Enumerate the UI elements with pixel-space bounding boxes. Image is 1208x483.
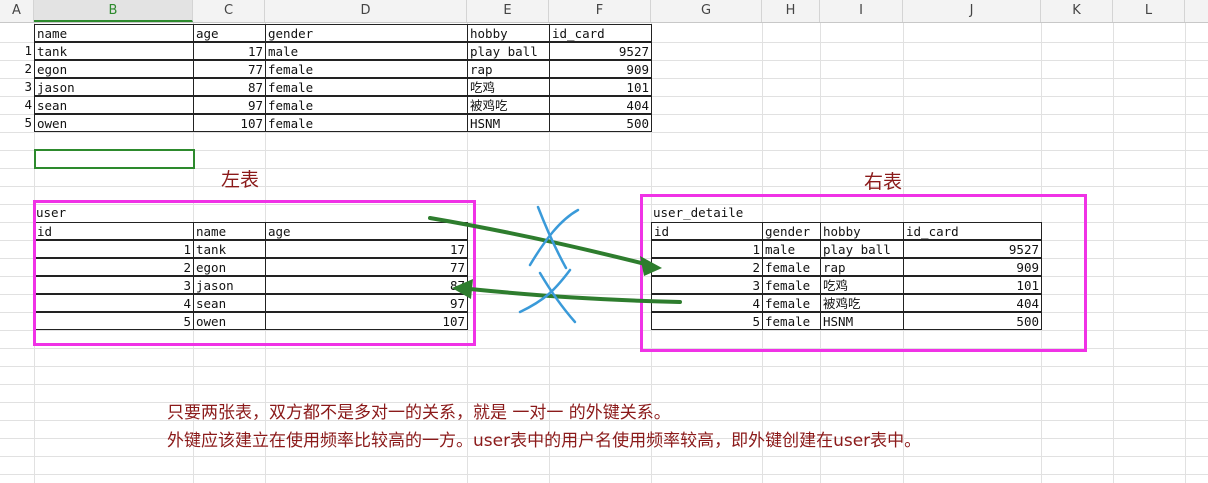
- column-header-k[interactable]: K: [1041, 0, 1113, 22]
- table-cell[interactable]: HSNM: [467, 114, 550, 132]
- column-header-d[interactable]: D: [265, 0, 467, 22]
- column-header-l[interactable]: L: [1113, 0, 1185, 22]
- column-header-bar: A B C D E F G H I J K L: [0, 0, 1208, 23]
- table-cell[interactable]: female: [265, 96, 468, 114]
- note-line-2: 外键应该建立在使用频率比较高的一方。user表中的用户名使用频率较高，即外键创建…: [167, 431, 922, 451]
- table-cell[interactable]: 17: [193, 42, 266, 60]
- table-cell[interactable]: sean: [34, 96, 194, 114]
- table-cell[interactable]: rap: [467, 60, 550, 78]
- table-cell[interactable]: female: [265, 78, 468, 96]
- gridline: [0, 474, 1208, 475]
- note-line-1: 只要两张表，双方都不是多对一的关系，就是 一对一 的外键关系。: [167, 403, 671, 423]
- column-header-c[interactable]: C: [193, 0, 265, 22]
- table-cell[interactable]: male: [265, 42, 468, 60]
- gridline: [1185, 0, 1186, 483]
- row-number-cell[interactable]: 3: [0, 78, 34, 96]
- table-cell[interactable]: 77: [193, 60, 266, 78]
- table-cell[interactable]: 87: [193, 78, 266, 96]
- spreadsheet[interactable]: A B C D E F G H I J K L name age gender …: [0, 0, 1208, 483]
- gridline: [0, 384, 1208, 385]
- table-cell[interactable]: 404: [549, 96, 652, 114]
- column-header-a[interactable]: A: [0, 0, 34, 22]
- table-cell[interactable]: 500: [549, 114, 652, 132]
- row-number-cell[interactable]: 5: [0, 114, 34, 132]
- header-cell[interactable]: hobby: [467, 24, 550, 42]
- row-number-cell[interactable]: 4: [0, 96, 34, 114]
- column-header-g[interactable]: G: [651, 0, 762, 22]
- table-cell[interactable]: 101: [549, 78, 652, 96]
- gridline: [0, 366, 1208, 367]
- table-cell[interactable]: 9527: [549, 42, 652, 60]
- table-cell[interactable]: tank: [34, 42, 194, 60]
- column-header-b[interactable]: B: [34, 0, 193, 22]
- column-header-e[interactable]: E: [467, 0, 549, 22]
- table-cell[interactable]: 909: [549, 60, 652, 78]
- left-table-caption: 左表: [221, 169, 260, 191]
- header-cell[interactable]: name: [34, 24, 194, 42]
- table-cell[interactable]: jason: [34, 78, 194, 96]
- header-cell[interactable]: gender: [265, 24, 468, 42]
- header-cell[interactable]: id_card: [549, 24, 652, 42]
- table-cell[interactable]: 107: [193, 114, 266, 132]
- table-cell[interactable]: 吃鸡: [467, 78, 550, 96]
- column-header-f[interactable]: F: [549, 0, 651, 22]
- table-cell[interactable]: female: [265, 114, 468, 132]
- gridline: [0, 456, 1208, 457]
- table-cell[interactable]: egon: [34, 60, 194, 78]
- row-number-cell[interactable]: 2: [0, 60, 34, 78]
- table-cell[interactable]: 被鸡吃: [467, 96, 550, 114]
- table-cell[interactable]: 97: [193, 96, 266, 114]
- gridline: [0, 186, 1208, 187]
- gridline: [0, 132, 1208, 133]
- column-header-j[interactable]: J: [903, 0, 1041, 22]
- detail-table-frame: [640, 194, 1087, 352]
- selected-cell[interactable]: [34, 149, 195, 169]
- gridline: [1113, 0, 1114, 483]
- row-number-cell[interactable]: 1: [0, 42, 34, 60]
- column-header-i[interactable]: I: [820, 0, 903, 22]
- table-cell[interactable]: female: [265, 60, 468, 78]
- table-cell[interactable]: owen: [34, 114, 194, 132]
- user-table-frame: [33, 200, 476, 346]
- cross-mark-lower: [518, 268, 577, 324]
- table-cell[interactable]: play ball: [467, 42, 550, 60]
- column-header-h[interactable]: H: [762, 0, 820, 22]
- right-table-caption: 右表: [864, 171, 903, 193]
- header-cell[interactable]: age: [193, 24, 266, 42]
